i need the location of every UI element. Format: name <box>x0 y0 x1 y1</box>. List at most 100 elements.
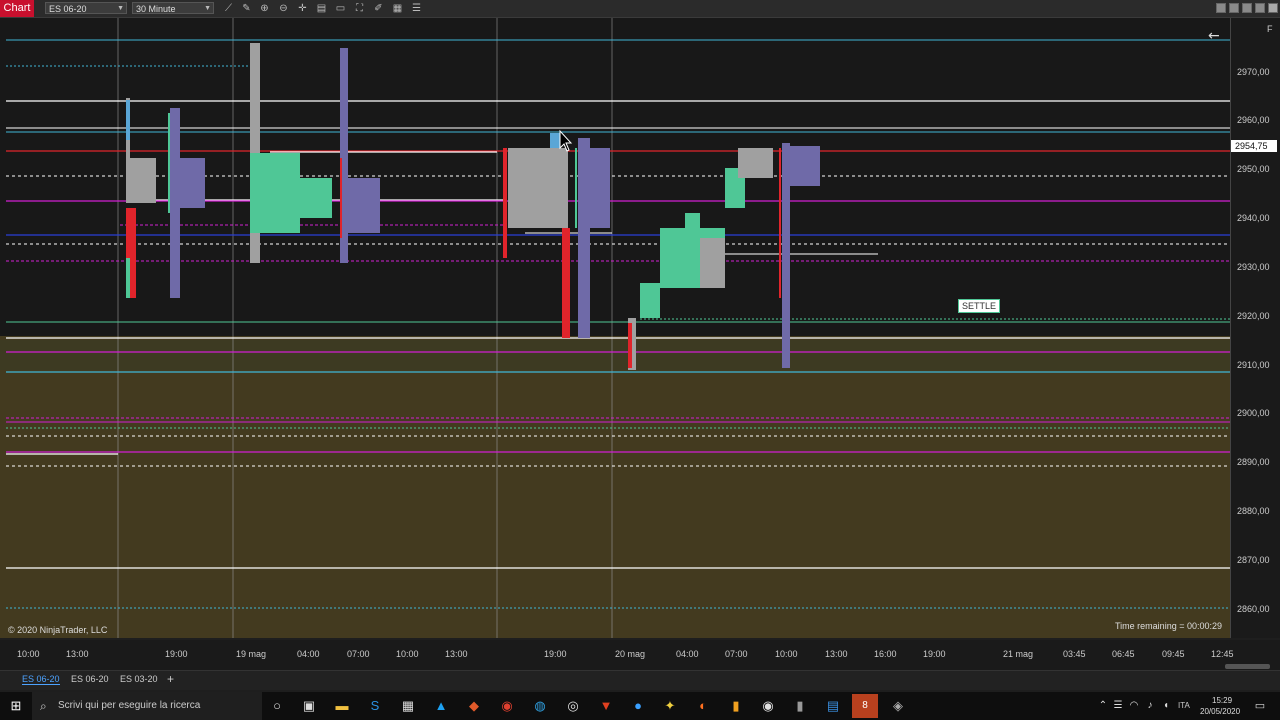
maximize-icon[interactable]: ⛶ <box>353 2 366 15</box>
network-icon[interactable]: ☰ <box>1110 698 1126 714</box>
profile-bar <box>640 283 660 318</box>
strategies-icon[interactable]: ☰ <box>410 2 423 15</box>
time-tick: 12:45 <box>1211 649 1234 659</box>
profile-bar <box>126 158 156 203</box>
price-tick: 2860,00 <box>1237 604 1270 614</box>
instrument-selector[interactable]: ES 06-20 ▼ <box>45 2 127 14</box>
app-icon[interactable]: ▮ <box>728 698 744 714</box>
app-label[interactable]: Chart <box>0 0 34 17</box>
file-explorer-icon[interactable]: ▬ <box>334 698 350 714</box>
zoom-in-icon[interactable]: ⊕ <box>258 2 271 15</box>
profile-bar <box>562 228 570 338</box>
calculator-icon[interactable]: ▦ <box>400 698 416 714</box>
tile-button[interactable] <box>1216 3 1226 13</box>
document-icon[interactable]: ▤ <box>825 698 841 714</box>
taskbar-search-input[interactable]: ⌕ Scrivi qui per eseguire la ricerca <box>32 692 262 720</box>
minimize-button[interactable] <box>1229 3 1239 13</box>
chart-titlebar: Chart ES 06-20 ▼ 30 Minute ▼ ⟋ ✎ ⊕ ⊖ ✛ ▤… <box>0 0 1280 18</box>
pencil-icon[interactable]: ✎ <box>240 2 253 15</box>
tab-es-06-20-b[interactable]: ES 06-20 <box>71 674 109 684</box>
zoom-out-icon[interactable]: ⊖ <box>277 2 290 15</box>
time-remaining: Time remaining = 00:00:29 <box>1115 621 1222 631</box>
app-icon[interactable]: ● <box>630 698 646 714</box>
cortana-icon[interactable]: ○ <box>269 698 285 714</box>
clock-time[interactable]: 15:29 <box>1212 696 1232 705</box>
volume-icon[interactable]: ♪ <box>1142 698 1158 714</box>
interval-selector[interactable]: 30 Minute ▼ <box>132 2 214 14</box>
volume-profile <box>782 146 820 186</box>
poc-line <box>168 113 170 213</box>
task-view-icon[interactable]: ▣ <box>301 698 317 714</box>
app-icon[interactable]: ◎ <box>565 698 581 714</box>
profile-bar <box>685 213 700 233</box>
trend-line-icon[interactable]: ⟋ <box>222 2 235 15</box>
ninjatrader-taskbar-button[interactable]: 8 <box>852 694 878 718</box>
time-tick: 13:00 <box>445 649 468 659</box>
profile-bar <box>508 148 568 228</box>
language-indicator[interactable]: ITA <box>1178 701 1190 710</box>
settle-label: SETTLE <box>958 299 1001 313</box>
price-tick: 2910,00 <box>1237 360 1270 370</box>
time-axis[interactable]: 10:00 13:00 19:00 19 mag 04:00 07:00 10:… <box>0 640 1280 670</box>
crosshair-icon[interactable]: ✛ <box>296 2 309 15</box>
app-icon[interactable]: ◉ <box>760 698 776 714</box>
speaker-icon[interactable]: ◖ <box>1158 698 1174 714</box>
chevron-up-icon[interactable]: ⌃ <box>1095 698 1111 714</box>
price-tick: 2900,00 <box>1237 408 1270 418</box>
shaded-band <box>0 340 1230 370</box>
time-tick: 06:45 <box>1112 649 1135 659</box>
chart-panel[interactable]: ← SETTLE © 2020 NinjaTrader, LLC Time re… <box>0 18 1230 638</box>
search-placeholder: Scrivi qui per eseguire la ricerca <box>58 700 201 711</box>
properties-icon[interactable]: ▤ <box>315 2 328 15</box>
app-icon[interactable]: ◈ <box>890 698 906 714</box>
time-tick: 19:00 <box>923 649 946 659</box>
instrument-tabs: ES 06-20 ES 06-20 ES 03-20 + <box>0 670 1280 690</box>
maximize-button[interactable] <box>1255 3 1265 13</box>
firefox-icon[interactable]: ◐ <box>695 698 711 714</box>
profile-bar <box>126 258 130 298</box>
windows-start-icon[interactable]: ⊞ <box>8 698 24 714</box>
twitter-icon[interactable]: ▲ <box>433 698 449 714</box>
tab-es-03-20[interactable]: ES 03-20 <box>120 674 158 684</box>
horizontal-scrollbar[interactable] <box>1225 664 1270 669</box>
skype-icon[interactable]: S <box>367 698 383 714</box>
data-box-icon[interactable]: ▭ <box>334 2 347 15</box>
restore-button[interactable] <box>1242 3 1252 13</box>
chevron-down-icon: ▼ <box>204 5 211 12</box>
chart-style-icon[interactable]: ▦ <box>391 2 404 15</box>
clock-date[interactable]: 20/05/2020 <box>1200 707 1240 716</box>
profile-bar <box>503 148 507 258</box>
price-tick: 2890,00 <box>1237 457 1270 467</box>
time-tick: 21 mag <box>1003 649 1034 659</box>
time-tick: 07:00 <box>725 649 748 659</box>
drawing-tools-icon[interactable]: ✐ <box>372 2 385 15</box>
time-tick: 03:45 <box>1063 649 1086 659</box>
time-tick: 19:00 <box>544 649 567 659</box>
price-axis[interactable]: F 2970,00 2960,00 2954,75 2950,00 2940,0… <box>1230 18 1280 638</box>
chrome-icon[interactable]: ◉ <box>499 698 515 714</box>
telegram-icon[interactable]: ◍ <box>532 698 548 714</box>
windows-taskbar: ⊞ ⌕ Scrivi qui per eseguire la ricerca ○… <box>0 692 1280 720</box>
poc-line <box>575 148 577 228</box>
current-price-label: 2954,75 <box>1231 140 1277 152</box>
volume-profile <box>578 148 610 228</box>
notification-icon[interactable]: ▭ <box>1252 698 1268 714</box>
profile-bar <box>738 148 773 178</box>
time-tick: 04:00 <box>676 649 699 659</box>
chart-canvas[interactable]: ← <box>0 18 1230 638</box>
time-tick: 20 mag <box>615 649 646 659</box>
app-icon[interactable]: ▮ <box>792 698 808 714</box>
time-tick: 10:00 <box>775 649 798 659</box>
add-tab-icon[interactable]: + <box>167 672 174 686</box>
price-tick: 2880,00 <box>1237 506 1270 516</box>
time-tick: 10:00 <box>17 649 40 659</box>
value-area <box>250 153 300 233</box>
wifi-icon[interactable]: ◠ <box>1126 698 1142 714</box>
price-tick: 2870,00 <box>1237 555 1270 565</box>
brave-icon[interactable]: ▼ <box>598 698 614 714</box>
close-button[interactable] <box>1268 3 1278 13</box>
tab-es-06-20-a[interactable]: ES 06-20 <box>22 674 60 685</box>
app-icon[interactable]: ◆ <box>466 698 482 714</box>
lower-price-zone <box>0 336 1230 638</box>
lightbulb-icon[interactable]: ✦ <box>662 698 678 714</box>
